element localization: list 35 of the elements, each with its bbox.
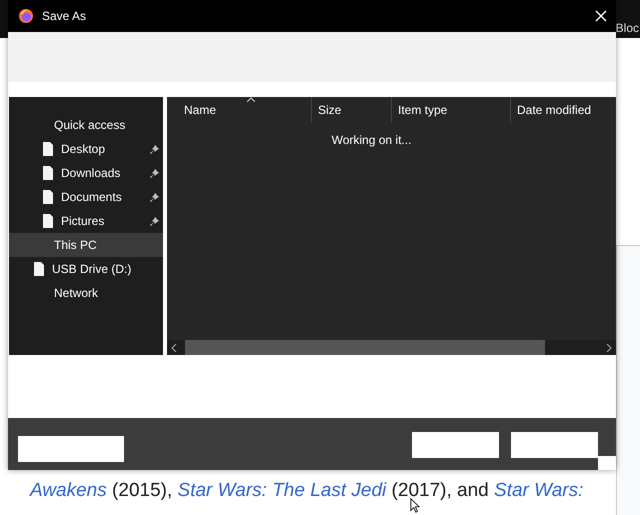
scroll-thumb[interactable] — [185, 340, 545, 355]
horizontal-scrollbar[interactable] — [167, 340, 616, 355]
pin-icon — [150, 144, 159, 154]
article-link[interactable]: Awakens — [30, 480, 107, 501]
sidebar-item[interactable]: Network — [9, 281, 163, 305]
pin-icon — [150, 168, 159, 178]
sidebar-item[interactable]: This PC — [9, 233, 163, 257]
sidebar-item[interactable]: USB Drive (D:) — [9, 257, 163, 281]
sort-caret-icon — [247, 97, 255, 102]
file-icon — [43, 142, 53, 156]
pin-icon — [150, 192, 159, 202]
scroll-left-icon[interactable] — [171, 344, 177, 352]
file-icon — [43, 190, 53, 204]
column-header[interactable]: Size — [311, 97, 391, 123]
scroll-right-icon[interactable] — [606, 344, 612, 352]
article-link[interactable]: Star Wars: The Last Jedi — [178, 480, 386, 501]
column-header[interactable]: Item type — [391, 97, 510, 123]
loading-message: Working on it... — [332, 133, 412, 147]
column-header[interactable]: Date modified — [510, 97, 600, 123]
tab-label: Bloc — [616, 20, 639, 35]
sidebar-item[interactable]: Pictures — [9, 209, 163, 233]
pin-icon — [150, 216, 159, 226]
sidebar-item[interactable]: Desktop — [9, 137, 163, 161]
resize-corner — [598, 456, 616, 470]
file-icon — [34, 262, 44, 276]
window-title: Save As — [42, 9, 88, 23]
sidebar-item[interactable]: Quick access — [9, 113, 163, 137]
close-button[interactable] — [594, 9, 608, 23]
file-icon — [43, 166, 53, 180]
article-link[interactable]: Star Wars: — [494, 480, 584, 501]
browser-logo-icon — [18, 8, 34, 24]
sidebar-item[interactable]: Documents — [9, 185, 163, 209]
column-header[interactable]: Name — [167, 97, 311, 123]
file-icon — [43, 214, 53, 228]
sidebar-item[interactable]: Downloads — [9, 161, 163, 185]
